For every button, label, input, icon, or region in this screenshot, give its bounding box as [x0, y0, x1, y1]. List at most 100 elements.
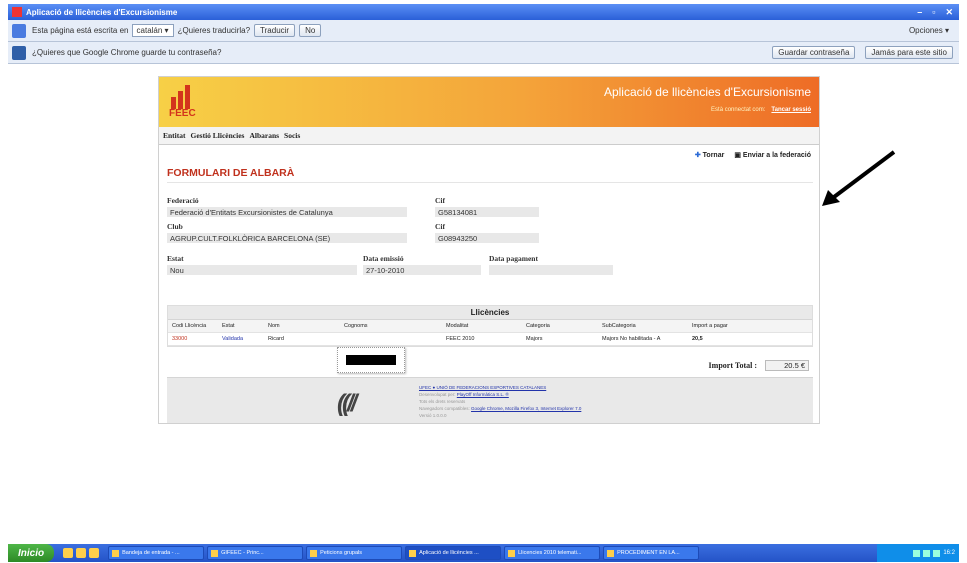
licence-amount: 20,5 — [692, 336, 703, 342]
menu-item-albarans[interactable]: Albarans — [249, 131, 279, 140]
licences-table: Llicències Codi Llicència Estat Nom Cogn… — [167, 305, 813, 347]
taskbar-item[interactable]: Peticions grupals — [306, 546, 403, 560]
licences-title: Llicències — [168, 306, 812, 320]
password-question: ¿Quieres que Google Chrome guarde tu con… — [32, 48, 222, 57]
licence-code[interactable]: 33000 — [168, 336, 218, 342]
estat-label: Estat — [167, 254, 184, 263]
taskbar-item[interactable]: PROCEDIMENT EN LA... — [603, 546, 700, 560]
licence-category: Majors — [526, 336, 543, 342]
licence-modality: FEEC 2010 — [446, 336, 475, 342]
logout-link[interactable]: Tancar sessió — [771, 107, 811, 113]
translate-infobar: Esta página está escrita en catalán ▾ ¿Q… — [8, 20, 959, 42]
version-text: Versió 1.0.0.0 — [419, 413, 447, 418]
col-header: Estat — [222, 323, 235, 329]
redacted-surname-box — [337, 347, 405, 373]
start-button[interactable]: Inicio — [8, 544, 55, 562]
cif2-field[interactable]: G08943250 — [435, 233, 539, 243]
col-header: Cognoms — [344, 323, 368, 329]
never-for-site-button[interactable]: Jamás para este sitio — [865, 46, 953, 59]
col-header: Nom — [268, 323, 280, 329]
maximize-icon[interactable]: ▫ — [932, 7, 935, 18]
col-header: Categoria — [526, 323, 550, 329]
cif1-field[interactable]: G58134081 — [435, 207, 539, 217]
col-header: Codi Llicència — [172, 323, 207, 329]
key-icon — [12, 45, 26, 60]
federacio-label: Federació — [167, 196, 199, 205]
page-footer: ((// UFEC ● UNIÓ DE FEDERACIONS ESPORTIV… — [167, 377, 813, 423]
feec-logo: FEEC — [169, 85, 197, 119]
taskbar-item[interactable]: Bandeja de entrada - ... — [108, 546, 205, 560]
import-total: Import Total : 20.5 € — [709, 360, 809, 371]
app-container: FEEC Aplicació de llicències d'Excursion… — [158, 76, 820, 424]
club-label: Club — [167, 222, 183, 231]
window-title: Aplicació de llicències d'Excursionisme — [26, 7, 178, 17]
quicklaunch-icon[interactable] — [76, 548, 87, 558]
main-menu: Entitat Gestió Llicències Albarans Socis — [159, 127, 819, 145]
save-icon: ▣ — [734, 152, 741, 159]
close-icon[interactable]: ✕ — [945, 7, 953, 18]
taskbar: Inicio Bandeja de entrada - ... GIFEEC -… — [8, 544, 959, 562]
password-infobar: ¿Quieres que Google Chrome guarde tu con… — [8, 42, 959, 64]
browsers-link[interactable]: Google Chrome, Mozilla Firefox 3, Intern… — [471, 406, 581, 411]
form-title: FORMULARI DE ALBARÀ — [167, 167, 813, 183]
data-pagament-label: Data pagament — [489, 254, 538, 263]
total-label: Import Total : — [708, 361, 757, 370]
table-row[interactable]: 33000 Validada Ricard FEEC 2010 Majors M… — [168, 333, 812, 346]
redaction-bar — [346, 355, 396, 365]
estat-field[interactable]: Nou — [167, 265, 357, 275]
options-button[interactable]: Opciones ▾ — [909, 26, 949, 35]
taskbar-item[interactable]: GIFEEC - Princ... — [207, 546, 304, 560]
licence-subcategory: Majors No habilitada - A — [602, 336, 661, 342]
annotation-arrow-icon — [822, 150, 896, 206]
menu-item-entitat[interactable]: Entitat — [163, 131, 186, 140]
rights-text: Tots els drets reservats — [419, 399, 466, 404]
tray-icon[interactable] — [913, 549, 921, 557]
translate-question: ¿Quieres traducirla? — [177, 26, 251, 35]
send-button[interactable]: ▣ Enviar a la federació — [734, 151, 811, 159]
taskbar-item[interactable]: Llicencies 2010 telemati... — [504, 546, 601, 560]
licence-status: Validada — [222, 336, 243, 342]
cif1-label: Cif — [435, 196, 445, 205]
page-viewport: FEEC Aplicació de llicències d'Excursion… — [8, 64, 959, 542]
action-bar: ✚ Tornar ▣ Enviar a la federació — [159, 145, 819, 159]
col-header: Modalitat — [446, 323, 469, 329]
taskbar-item-active[interactable]: Aplicació de llicències ... — [405, 546, 502, 560]
ufec-link[interactable]: UFEC ● UNIÓ DE FEDERACIONS ESPORTIVES CA… — [419, 384, 581, 391]
app-banner: FEEC Aplicació de llicències d'Excursion… — [159, 77, 819, 127]
translate-icon — [12, 23, 26, 38]
quicklaunch-icon[interactable] — [63, 548, 74, 558]
developer-link[interactable]: PlayOff Informàtica S.L. ® — [457, 392, 509, 397]
no-translate-button[interactable]: No — [299, 24, 322, 37]
back-button[interactable]: ✚ Tornar — [695, 151, 724, 159]
club-field[interactable]: AGRUP.CULT.FOLKLÒRICA BARCELONA (SE) — [167, 233, 407, 243]
clock: 16:2 — [943, 550, 955, 556]
cif2-label: Cif — [435, 222, 445, 231]
menu-item-gestio-llicencies[interactable]: Gestió Llicències — [191, 131, 245, 140]
window-controls: – ▫ ✕ — [917, 7, 959, 18]
ufec-logo: ((// — [337, 390, 357, 417]
menu-item-socis[interactable]: Socis — [284, 131, 300, 140]
table-header-row: Codi Llicència Estat Nom Cognoms Modalit… — [168, 320, 812, 333]
tray-icon[interactable] — [923, 549, 931, 557]
translate-button[interactable]: Traducir — [254, 24, 296, 37]
data-emissio-field[interactable]: 27-10-2010 — [363, 265, 481, 275]
window-title-bar: Aplicació de llicències d'Excursionisme … — [8, 4, 959, 20]
translate-text: Esta página está escrita en — [32, 26, 129, 35]
save-password-button[interactable]: Guardar contraseña — [772, 46, 856, 59]
data-emissio-label: Data emissió — [363, 254, 404, 263]
user-text: Està connectat com: — [711, 107, 766, 113]
col-header: SubCategoria — [602, 323, 636, 329]
minimize-icon[interactable]: – — [917, 7, 922, 18]
language-select[interactable]: catalán ▾ — [131, 24, 174, 37]
col-header: Import a pagar — [692, 323, 728, 329]
federacio-field[interactable]: Federació d'Entitats Excursionistes de C… — [167, 207, 407, 217]
licence-name: Ricard — [268, 336, 284, 342]
quicklaunch-icon[interactable] — [89, 548, 100, 558]
data-pagament-field[interactable] — [489, 265, 613, 275]
back-arrow-icon: ✚ — [694, 152, 701, 159]
total-value: 20.5 € — [765, 360, 809, 371]
app-icon — [12, 7, 22, 17]
tray-icon[interactable] — [933, 549, 941, 557]
user-line: Està connectat com: Tancar sessió — [711, 107, 811, 113]
app-title: Aplicació de llicències d'Excursionisme — [603, 85, 811, 99]
